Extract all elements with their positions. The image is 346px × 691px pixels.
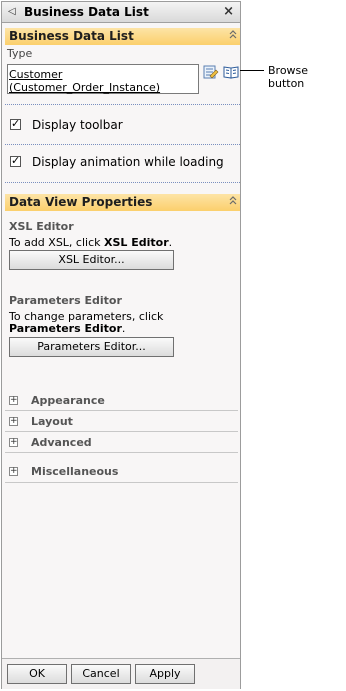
xsl-editor-heading: XSL Editor	[9, 220, 74, 233]
display-animation-label: Display animation while loading	[32, 155, 224, 169]
xsl-editor-instructions: To add XSL, click XSL Editor.	[9, 236, 173, 249]
footer-button-bar: OK Cancel Apply	[2, 658, 240, 689]
divider	[5, 104, 240, 105]
display-toolbar-checkbox[interactable]: ✓	[10, 117, 21, 130]
expand-plus-icon[interactable]: +	[9, 396, 18, 405]
expander-label[interactable]: Appearance	[31, 394, 105, 407]
cancel-button[interactable]: Cancel	[71, 664, 131, 684]
parameters-editor-heading: Parameters Editor	[9, 294, 122, 307]
expander-layout[interactable]: + Layout	[5, 414, 242, 432]
expand-plus-icon[interactable]: +	[9, 438, 18, 447]
expander-label[interactable]: Advanced	[31, 436, 92, 449]
display-animation-checkbox[interactable]: ✓	[10, 154, 21, 167]
expand-plus-icon[interactable]: +	[9, 467, 18, 476]
tool-pane-titlebar: ◁ Business Data List ×	[2, 2, 240, 23]
section-header-data-view-properties[interactable]: Data View Properties	[5, 194, 240, 211]
parameters-editor-instructions-bold: Parameters Editor.	[9, 322, 126, 335]
type-value-line1[interactable]: Customer	[9, 68, 62, 81]
section-title: Data View Properties	[9, 195, 153, 209]
collapse-section-icon[interactable]	[229, 195, 237, 207]
edit-list-icon[interactable]	[203, 64, 219, 80]
expander-advanced[interactable]: + Advanced	[5, 435, 242, 453]
callout-line	[240, 70, 264, 71]
section-title: Business Data List	[9, 29, 134, 43]
display-toolbar-label: Display toolbar	[32, 118, 123, 132]
apply-button[interactable]: Apply	[135, 664, 195, 684]
collapse-section-icon[interactable]	[229, 29, 237, 41]
ok-button[interactable]: OK	[7, 664, 67, 684]
close-icon[interactable]: ×	[223, 4, 234, 19]
divider	[5, 182, 240, 183]
collapse-arrow-icon[interactable]: ◁	[8, 6, 16, 17]
expander-label[interactable]: Miscellaneous	[31, 465, 118, 478]
expand-plus-icon[interactable]: +	[9, 417, 18, 426]
type-value-line2[interactable]: (Customer_Order_Instance)	[9, 81, 160, 94]
expander-label[interactable]: Layout	[31, 415, 73, 428]
type-value-field[interactable]: Customer (Customer_Order_Instance)	[7, 64, 199, 94]
expander-miscellaneous[interactable]: + Miscellaneous	[5, 464, 242, 483]
tool-pane: ◁ Business Data List × Business Data Lis…	[1, 1, 241, 689]
browse-book-icon[interactable]	[223, 64, 239, 80]
section-header-business-data-list[interactable]: Business Data List	[5, 28, 240, 45]
tool-pane-title: Business Data List	[24, 5, 149, 19]
parameters-editor-button[interactable]: Parameters Editor...	[9, 337, 174, 357]
expander-appearance[interactable]: + Appearance	[5, 393, 242, 411]
xsl-editor-button[interactable]: XSL Editor...	[9, 250, 174, 270]
divider	[5, 144, 240, 145]
type-label: Type	[7, 47, 33, 60]
browse-button-callout: Browse button	[268, 64, 309, 90]
